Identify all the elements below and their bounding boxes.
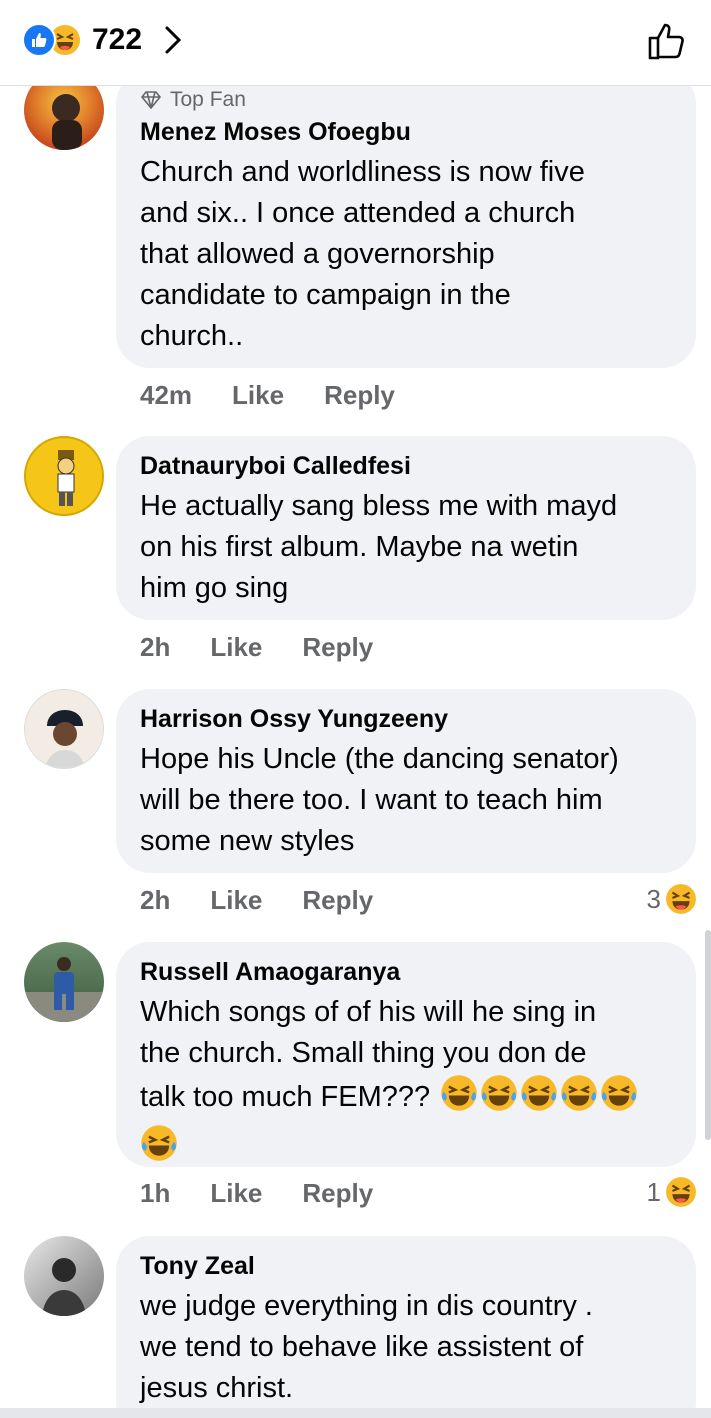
- comment-bubble: Russell Amaogaranya Which songs of of hi…: [116, 942, 696, 1167]
- reply-link[interactable]: Reply: [302, 632, 373, 663]
- scrollbar[interactable]: [705, 930, 711, 1140]
- top-fan-badge: Top Fan: [140, 88, 672, 112]
- laugh-cry-emoji-icon: [140, 1124, 178, 1174]
- comment-line: that allowed a governorship: [140, 238, 495, 270]
- comment-text: Church and worldliness is now five and s…: [140, 152, 672, 357]
- commenter-name[interactable]: Harrison Ossy Yungzeeny: [140, 703, 672, 735]
- laugh-cry-emoji-icon: [520, 1074, 558, 1124]
- haha-icon: [666, 884, 696, 914]
- reply-link[interactable]: Reply: [302, 1178, 373, 1209]
- badge-label: Top Fan: [170, 88, 246, 111]
- comment-line: will be there too. I want to teach him: [140, 784, 603, 816]
- comment-line: church..: [140, 320, 244, 352]
- comment-bubble: Tony Zeal we judge everything in dis cou…: [116, 1236, 696, 1418]
- comment-line: Which songs of of his will he sing in: [140, 996, 597, 1028]
- comment-text: Hope his Uncle (the dancing senator) wil…: [140, 739, 672, 862]
- comment-line: talk too much FEM???: [140, 1074, 672, 1124]
- bottom-divider: [0, 1408, 711, 1418]
- comment-reaction-count[interactable]: 3: [647, 883, 697, 915]
- comment-bubble: Top Fan Menez Moses Ofoegbu Church and w…: [116, 70, 696, 368]
- comment-time: 1h: [140, 1178, 171, 1208]
- comment-text: He actually sang bless me with mayd on h…: [140, 486, 672, 609]
- reply-link[interactable]: Reply: [324, 380, 395, 411]
- reply-link[interactable]: Reply: [302, 885, 373, 916]
- comment-line: Hope his Uncle (the dancing senator): [140, 743, 619, 775]
- comment-text: Which songs of of his will he sing in th…: [140, 992, 672, 1174]
- laugh-cry-emoji-icon: [480, 1074, 518, 1124]
- comment-line: jesus christ.: [140, 1372, 294, 1404]
- comment-line: we judge everything in dis country .: [140, 1290, 593, 1322]
- comment-line: we tend to behave like assistent of: [140, 1331, 584, 1363]
- comment-text: we judge everything in dis country . we …: [140, 1286, 672, 1409]
- like-link[interactable]: Like: [232, 380, 284, 411]
- comment-bubble: Harrison Ossy Yungzeeny Hope his Uncle (…: [116, 689, 696, 873]
- reaction-summary[interactable]: 722: [22, 20, 182, 60]
- avatar[interactable]: [24, 942, 104, 1022]
- comment-line: some new styles: [140, 825, 355, 857]
- comment-line-text: talk too much FEM???: [140, 1081, 431, 1113]
- comment-actions: 2h Like Reply: [140, 885, 413, 916]
- comment-line: and six.. I once attended a church: [140, 197, 576, 229]
- chevron-right-icon: [165, 26, 182, 54]
- comment-actions: 42m Like Reply: [140, 380, 435, 411]
- avatar[interactable]: [24, 1236, 104, 1316]
- comment-time: 2h: [140, 885, 171, 915]
- comment-line: the church. Small thing you don de: [140, 1037, 587, 1069]
- commenter-name[interactable]: Tony Zeal: [140, 1250, 672, 1282]
- comment-line: He actually sang bless me with mayd: [140, 490, 618, 522]
- like-link[interactable]: Like: [210, 885, 262, 916]
- comment-line: Church and worldliness is now five: [140, 156, 585, 188]
- comment-time: 2h: [140, 632, 171, 662]
- like-icon: [22, 23, 56, 57]
- like-link[interactable]: Like: [210, 632, 262, 663]
- comment-line: candidate to campaign in the: [140, 279, 511, 311]
- comment-actions: 2h Like Reply: [140, 632, 413, 663]
- comment-actions: 1h Like Reply: [140, 1178, 413, 1209]
- avatar[interactable]: [24, 436, 104, 516]
- laugh-cry-emoji-icon: [600, 1074, 638, 1124]
- commenter-name[interactable]: Russell Amaogaranya: [140, 956, 672, 988]
- comment-time: 42m: [140, 380, 193, 410]
- laugh-cry-emoji-icon: [440, 1074, 478, 1124]
- commenter-name[interactable]: Datnauryboi Calledfesi: [140, 450, 672, 482]
- reaction-number: 1: [646, 1176, 661, 1207]
- reaction-number: 3: [646, 883, 661, 914]
- avatar[interactable]: [24, 689, 104, 769]
- comment-line: him go sing: [140, 572, 289, 604]
- comment-bubble: Datnauryboi Calledfesi He actually sang …: [116, 436, 696, 620]
- comment-reaction-count[interactable]: 1: [647, 1176, 697, 1208]
- like-link[interactable]: Like: [210, 1178, 262, 1209]
- comment-line: on his first album. Maybe na wetin: [140, 531, 579, 563]
- reaction-count: 722: [92, 23, 143, 56]
- laugh-cry-emoji-icon: [560, 1074, 598, 1124]
- commenter-name[interactable]: Menez Moses Ofoegbu: [140, 116, 672, 148]
- reactions-header: 722: [0, 0, 711, 86]
- comment-line: [140, 1124, 672, 1174]
- like-button-icon[interactable]: [645, 18, 691, 64]
- haha-icon: [666, 1177, 696, 1207]
- diamond-icon: [140, 91, 162, 109]
